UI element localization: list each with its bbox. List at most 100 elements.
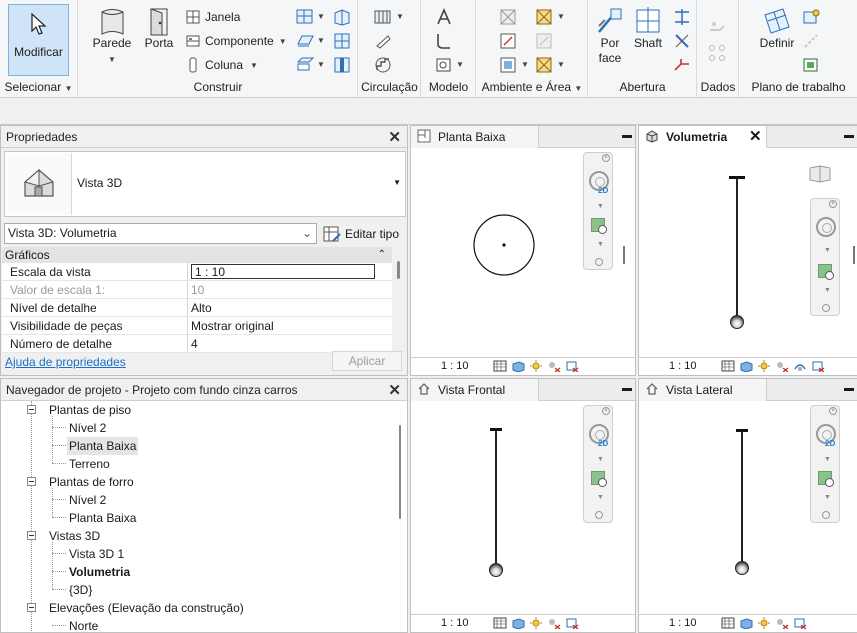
property-row-scale[interactable]: Escala da vista 1 : 10 (2, 263, 392, 281)
model-group-icon[interactable] (435, 56, 453, 74)
model-line-icon[interactable] (435, 32, 453, 50)
door-button[interactable]: Porta (141, 6, 177, 51)
chevron-down-icon[interactable]: ▼ (521, 60, 529, 69)
close-icon[interactable]: × (602, 407, 610, 415)
tab-vista-lateral[interactable]: Vista Lateral (639, 379, 767, 401)
zoom-icon[interactable] (818, 471, 834, 487)
chevron-down-icon[interactable]: ▼ (597, 494, 604, 501)
nav-options-icon[interactable] (595, 258, 603, 266)
detail-level-icon[interactable] (721, 617, 735, 629)
property-value[interactable]: Mostrar original (188, 317, 392, 334)
nav-options-icon[interactable] (595, 511, 603, 519)
crop-view-icon[interactable] (565, 360, 579, 372)
chevron-down-icon[interactable]: ▼ (824, 287, 831, 294)
chevron-down-icon[interactable]: ▼ (824, 456, 831, 463)
sun-path-icon[interactable] (529, 360, 543, 372)
chevron-down-icon[interactable]: ▼ (597, 456, 604, 463)
view-scale[interactable]: 1 : 10 (441, 617, 469, 629)
view-scrollbar[interactable] (853, 246, 855, 264)
select-group-label[interactable]: Selecionar ▼ (0, 80, 77, 94)
tag-room-icon[interactable] (499, 56, 517, 74)
level-icon[interactable] (708, 18, 726, 36)
tab-vista-frontal[interactable]: Vista Frontal (411, 379, 539, 401)
window-menu-icon[interactable]: ▬ (844, 383, 854, 394)
tree-node-north[interactable]: Norte (69, 617, 98, 632)
window-button[interactable]: Janela (185, 7, 240, 27)
visual-style-icon[interactable] (511, 617, 525, 629)
modify-button[interactable]: Modificar (8, 4, 69, 76)
property-value[interactable]: 4 (188, 335, 392, 352)
navigation-bar[interactable]: × ▼ ▼ (810, 198, 840, 316)
shadows-icon[interactable] (547, 617, 561, 629)
view-scale[interactable]: 1 : 10 (441, 360, 469, 372)
visual-style-icon[interactable] (739, 617, 753, 629)
by-face-button[interactable]: Por face (593, 6, 627, 66)
tree-node-terreno[interactable]: Terreno (69, 455, 110, 473)
set-work-plane-button[interactable]: Definir (756, 6, 798, 51)
chevron-down-icon[interactable]: ▼ (393, 178, 401, 187)
area-boundary-icon[interactable] (535, 32, 553, 50)
floor-icon[interactable] (296, 32, 314, 50)
column-button[interactable]: Coluna ▼ (185, 55, 258, 75)
property-row-detail-level[interactable]: Nível de detalhe Alto (2, 299, 392, 317)
close-icon[interactable]: × (829, 407, 837, 415)
window-menu-icon[interactable]: ▬ (622, 383, 632, 394)
ceiling-icon[interactable] (296, 56, 314, 74)
vertical-opening-icon[interactable] (673, 32, 691, 50)
plan-canvas[interactable]: × 2D ▼ ▼ (411, 148, 635, 357)
room-area-group-label[interactable]: Ambiente e Área ▼ (477, 80, 587, 94)
chevron-down-icon[interactable]: ▼ (317, 60, 325, 69)
detail-level-icon[interactable] (721, 360, 735, 372)
viewer-icon[interactable] (802, 56, 820, 74)
roof-icon[interactable] (296, 8, 314, 26)
room-icon[interactable] (499, 8, 517, 26)
steering-wheel-icon[interactable] (816, 217, 836, 237)
browser-scrollbar[interactable] (399, 425, 401, 519)
property-row-parts-visibility[interactable]: Visibilidade de peças Mostrar original (2, 317, 392, 335)
chevron-down-icon[interactable]: ▼ (557, 60, 565, 69)
property-value[interactable]: Alto (188, 299, 392, 316)
curtain-system-icon[interactable] (333, 8, 351, 26)
collapse-toggle[interactable] (27, 603, 36, 612)
model-text-icon[interactable] (435, 8, 453, 26)
property-value-input[interactable]: 1 : 10 (191, 264, 375, 279)
tree-node-volumetria[interactable]: Volumetria (69, 563, 130, 581)
tree-node-ceiling-level-2[interactable]: Nível 2 (69, 491, 106, 509)
collapse-toggle[interactable] (27, 477, 36, 486)
render-icon[interactable] (793, 360, 807, 372)
chevron-down-icon[interactable]: ▼ (597, 241, 604, 248)
close-icon[interactable]: ✕ (749, 127, 762, 145)
tree-node-ceiling-planta-baixa[interactable]: Planta Baixa (69, 509, 136, 527)
tree-node-level-2[interactable]: Nível 2 (69, 419, 106, 437)
tab-volumetria[interactable]: Volumetria ✕ (639, 126, 767, 148)
tree-node-default-3d[interactable]: {3D} (69, 581, 92, 599)
chevron-down-icon[interactable]: ▼ (456, 60, 464, 69)
zoom-icon[interactable] (591, 218, 607, 234)
wall-button[interactable]: Parede ▼ (91, 6, 133, 65)
tree-node-3d-view-1[interactable]: Vista 3D 1 (69, 545, 124, 563)
tree-node-floor-plans[interactable]: Plantas de piso (49, 401, 131, 419)
instance-view-dropdown[interactable]: Vista 3D: Volumetria ⌄ (4, 223, 317, 244)
detail-level-icon[interactable] (493, 617, 507, 629)
chevron-down-icon[interactable]: ▼ (317, 36, 325, 45)
chevron-down-icon[interactable]: ▼ (824, 494, 831, 501)
tree-node-elevations[interactable]: Elevações (Elevação da construção) (49, 599, 244, 617)
zoom-icon[interactable] (591, 471, 607, 487)
dormer-icon[interactable] (673, 56, 691, 74)
crop-view-icon[interactable] (811, 360, 825, 372)
shadows-icon[interactable] (547, 360, 561, 372)
shadows-icon[interactable] (775, 360, 789, 372)
nav-options-icon[interactable] (822, 511, 830, 519)
apply-button[interactable]: Aplicar (332, 351, 402, 371)
graphics-section-header[interactable]: Gráficos ⌃ (2, 247, 392, 263)
tab-planta-baixa[interactable]: Planta Baixa (411, 126, 539, 148)
room-separator-icon[interactable] (499, 32, 517, 50)
chevron-down-icon[interactable]: ▼ (597, 203, 604, 210)
viewcube-icon[interactable] (807, 164, 833, 184)
front-canvas[interactable]: × 2D ▼ ▼ (411, 401, 635, 614)
visual-style-icon[interactable] (739, 360, 753, 372)
edit-type-button[interactable]: Editar tipo (323, 223, 399, 244)
area-icon[interactable] (535, 8, 553, 26)
chevron-down-icon[interactable]: ▼ (557, 12, 565, 21)
view-scale[interactable]: 1 : 10 (669, 617, 697, 629)
